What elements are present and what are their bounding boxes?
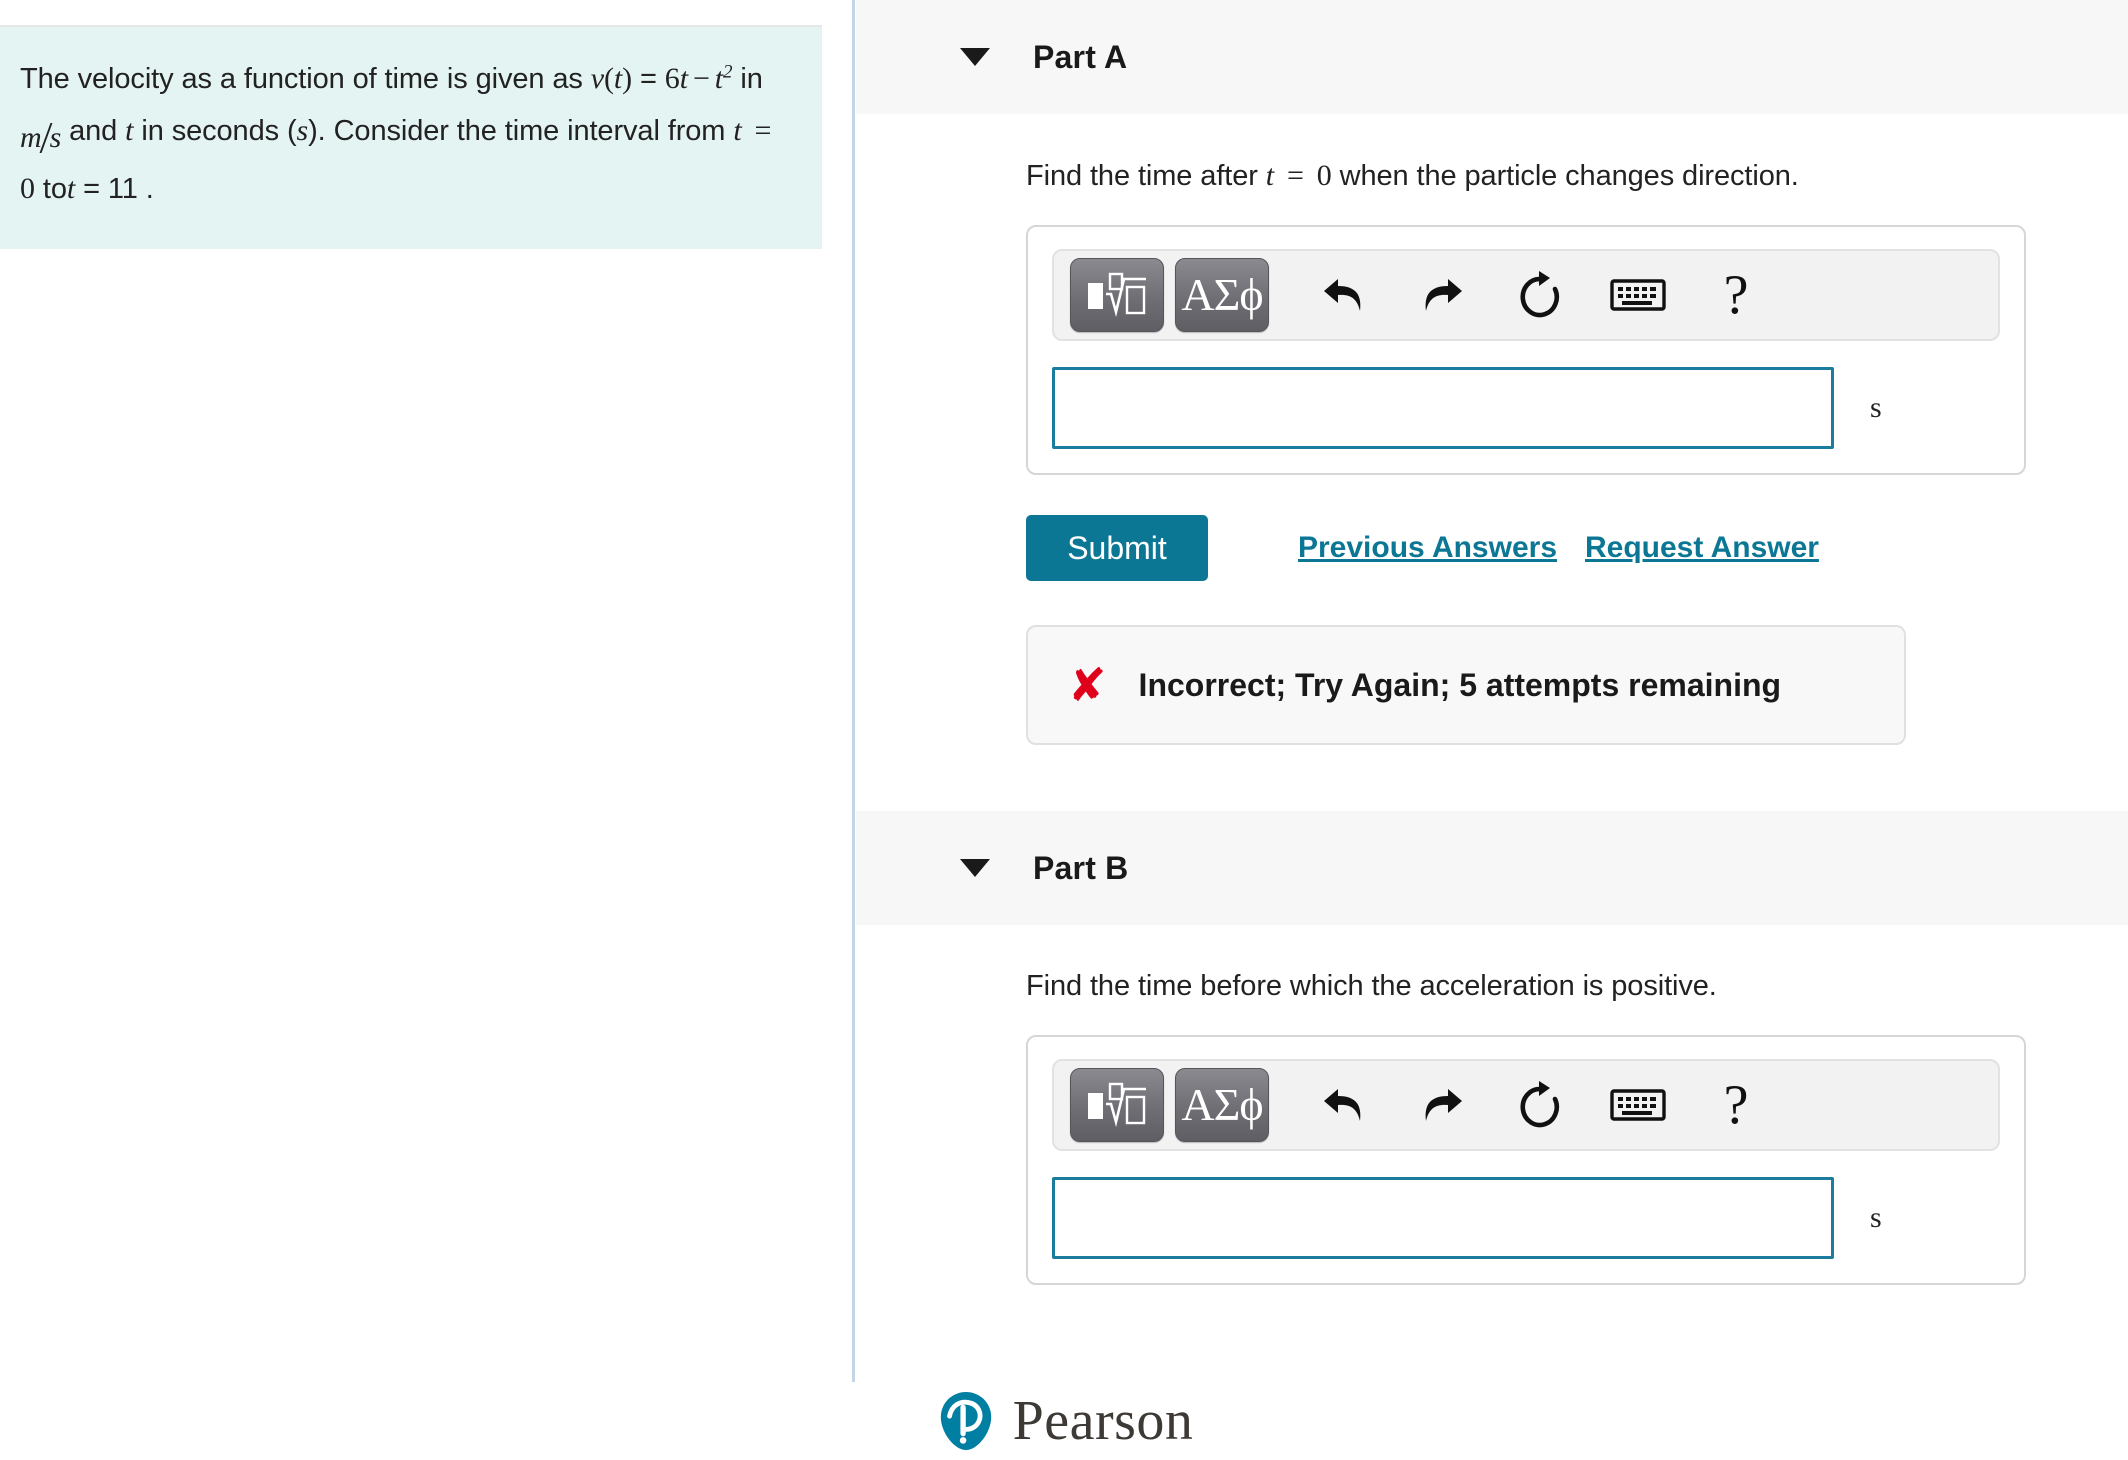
part-spacer <box>1026 745 2088 811</box>
statement-t4: t <box>733 114 742 147</box>
help-icon[interactable]: ? <box>1696 1069 1776 1141</box>
statement-paren-t: t <box>613 62 623 95</box>
part-a-question-post: when the particle changes direction. <box>1331 160 1799 192</box>
part-a-title: Part A <box>1033 38 1128 75</box>
greek-symbols-icon[interactable]: ΑΣϕ <box>1175 258 1269 332</box>
part-a-feedback-box: ✘ Incorrect; Try Again; 5 attempts remai… <box>1026 625 1906 745</box>
part-a-submit-row: Submit Previous Answers Request Answer <box>1026 515 2088 581</box>
statement-consider: ). Consider the time interval from <box>308 115 734 147</box>
part-a-answer-box: ΑΣϕ ? s <box>1026 225 2026 475</box>
part-a-question-eq: = <box>1287 159 1304 192</box>
part-b-body: Find the time before which the accelerat… <box>856 925 2128 1285</box>
math-template-icon[interactable] <box>1070 1068 1164 1142</box>
reset-icon[interactable] <box>1500 1069 1580 1141</box>
part-a-question: Find the time after t = 0 when the parti… <box>1026 114 2088 225</box>
part-b-answer-input[interactable] <box>1052 1177 1834 1259</box>
undo-icon[interactable] <box>1304 259 1384 331</box>
pearson-logo: Pearson <box>935 1390 1194 1452</box>
statement-coeff-6: 6 <box>664 62 680 95</box>
statement-t5: t <box>66 171 76 205</box>
statement-seconds: in seconds ( <box>133 115 297 147</box>
part-a-math-toolbar: ΑΣϕ ? <box>1052 249 2000 341</box>
part-a-body: Find the time after t = 0 when the parti… <box>856 114 2128 811</box>
statement-period: . <box>145 172 154 205</box>
statement-in: in <box>732 63 763 95</box>
statement-minus: − <box>692 62 710 95</box>
part-b-answer-box: ΑΣϕ ? s <box>1026 1035 2026 1285</box>
part-b-math-toolbar: ΑΣϕ ? <box>1052 1059 2000 1151</box>
redo-icon[interactable] <box>1402 259 1482 331</box>
statement-m: m <box>20 120 42 154</box>
caret-down-icon[interactable] <box>960 48 990 66</box>
footer: Pearson <box>0 1382 2128 1460</box>
part-a-header[interactable]: Part A <box>856 0 2128 114</box>
part-a-request-answer-link[interactable]: Request Answer <box>1585 531 1819 565</box>
statement-v: v <box>590 62 604 95</box>
keyboard-icon[interactable] <box>1598 1069 1678 1141</box>
statement-to: to <box>34 172 67 205</box>
part-a-input-row: s <box>1052 367 2000 449</box>
part-a-submit-button[interactable]: Submit <box>1026 515 1208 581</box>
caret-down-icon[interactable] <box>960 859 990 877</box>
reset-icon[interactable] <box>1500 259 1580 331</box>
red-x-icon: ✘ <box>1068 658 1107 712</box>
pearson-p-icon <box>940 1391 991 1451</box>
statement-s2: s <box>296 114 309 147</box>
statement-eq2: = <box>754 114 772 147</box>
statement-eq1: = <box>639 63 657 95</box>
math-template-icon[interactable] <box>1070 258 1164 332</box>
part-b-header[interactable]: Part B <box>856 811 2128 925</box>
problem-page: The velocity as a function of time is gi… <box>0 0 2128 1460</box>
redo-icon[interactable] <box>1402 1069 1482 1141</box>
problem-statement-text: The velocity as a function of time is gi… <box>20 53 794 215</box>
part-a-question-pre: Find the time after <box>1026 160 1266 192</box>
content-area: The velocity as a function of time is gi… <box>0 0 2128 1382</box>
greek-symbols-icon[interactable]: ΑΣϕ <box>1175 1068 1269 1142</box>
part-a-question-t: t <box>1265 159 1275 192</box>
part-a-previous-answers-link[interactable]: Previous Answers <box>1298 531 1557 565</box>
part-a-unit-label: s <box>1870 391 1882 424</box>
problem-statement-box: The velocity as a function of time is gi… <box>0 25 822 249</box>
statement-t1: t <box>679 62 688 95</box>
part-b-input-row: s <box>1052 1177 2000 1259</box>
part-a-answer-input[interactable] <box>1052 367 1834 449</box>
statement-units-fraction: ms <box>20 112 61 163</box>
statement-t2: t <box>714 62 724 95</box>
keyboard-icon[interactable] <box>1598 259 1678 331</box>
statement-eq3: = 11 <box>83 172 146 205</box>
help-icon[interactable]: ? <box>1696 259 1776 331</box>
part-b-question: Find the time before which the accelerat… <box>1026 970 1717 1002</box>
pane-divider <box>852 0 855 1382</box>
part-b-unit-label: s <box>1870 1201 1882 1234</box>
pearson-wordmark: Pearson <box>1012 1390 1194 1452</box>
part-a-feedback-text: Incorrect; Try Again; 5 attempts remaini… <box>1138 666 1782 703</box>
part-b-title: Part B <box>1033 849 1129 886</box>
right-pane: Part A Find the time after t = 0 when th… <box>856 0 2128 1382</box>
left-pane: The velocity as a function of time is gi… <box>0 0 822 1382</box>
statement-intro: The velocity as a function of time is gi… <box>20 63 591 95</box>
undo-icon[interactable] <box>1304 1069 1384 1141</box>
statement-zero: 0 <box>20 171 35 205</box>
statement-and: and <box>61 115 126 147</box>
statement-exponent: 2 <box>723 61 733 83</box>
part-a-question-zero: 0 <box>1316 159 1332 192</box>
